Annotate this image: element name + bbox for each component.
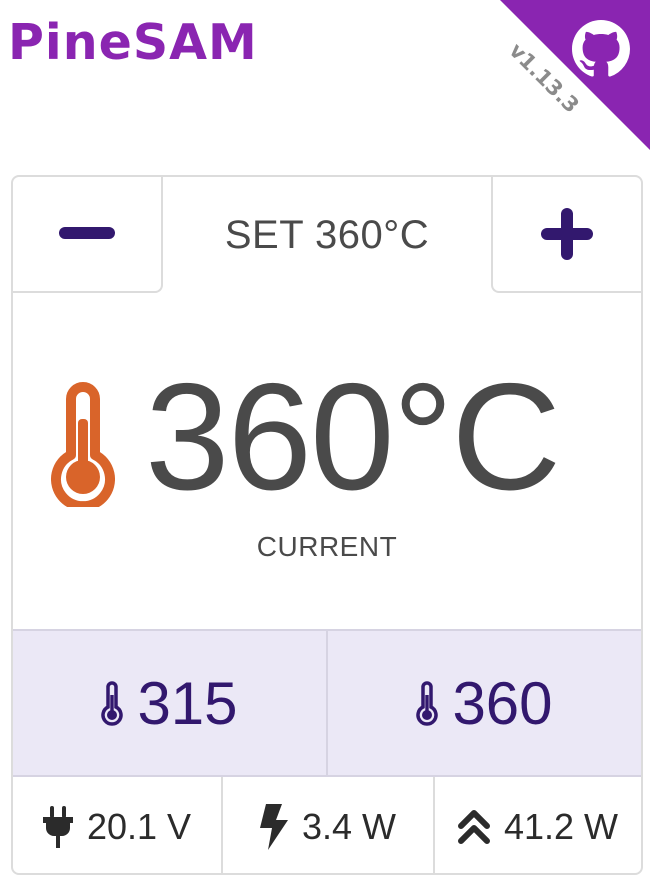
setpoint-label: SET 360°C bbox=[224, 212, 430, 257]
app-title: PineSAM bbox=[8, 14, 258, 71]
setpoint-bar: SET 360°C bbox=[13, 177, 641, 293]
preset-value: 315 bbox=[137, 669, 238, 737]
status-row: 20.1 V 3.4 W 41.2 W bbox=[13, 777, 641, 873]
preset-button-1[interactable]: 315 bbox=[13, 631, 326, 775]
plug-icon bbox=[42, 806, 73, 848]
preset-button-2[interactable]: 360 bbox=[326, 631, 641, 775]
double-chevron-up-icon bbox=[457, 810, 490, 844]
plus-icon bbox=[541, 208, 593, 260]
current-temperature-value: 360°C bbox=[145, 352, 561, 522]
thermometer-icon bbox=[416, 681, 439, 726]
github-octocat-icon bbox=[572, 20, 630, 77]
voltage-value: 20.1 V bbox=[86, 806, 192, 847]
decrease-temp-button[interactable] bbox=[13, 177, 163, 293]
peak-power-value: 41.2 W bbox=[503, 806, 619, 847]
bolt-icon bbox=[259, 804, 288, 850]
preset-row: 315 360 bbox=[13, 629, 641, 777]
current-temperature-panel: 360°C CURRENT bbox=[13, 293, 641, 629]
minus-icon bbox=[59, 227, 115, 239]
soldering-control-card: SET 360°C 360°C CURRENT 315 360 20.1 V 3… bbox=[11, 175, 643, 875]
power-value: 3.4 W bbox=[301, 806, 397, 847]
current-temperature-label: CURRENT bbox=[256, 531, 398, 562]
github-corner-link[interactable] bbox=[500, 0, 650, 150]
preset-value: 360 bbox=[452, 669, 553, 737]
thermometer-icon bbox=[51, 382, 115, 507]
voltage-stat: 20.1 V bbox=[13, 777, 221, 873]
peak-power-stat: 41.2 W bbox=[433, 777, 641, 873]
increase-temp-button[interactable] bbox=[491, 177, 641, 293]
thermometer-icon bbox=[101, 681, 124, 726]
power-stat: 3.4 W bbox=[221, 777, 433, 873]
